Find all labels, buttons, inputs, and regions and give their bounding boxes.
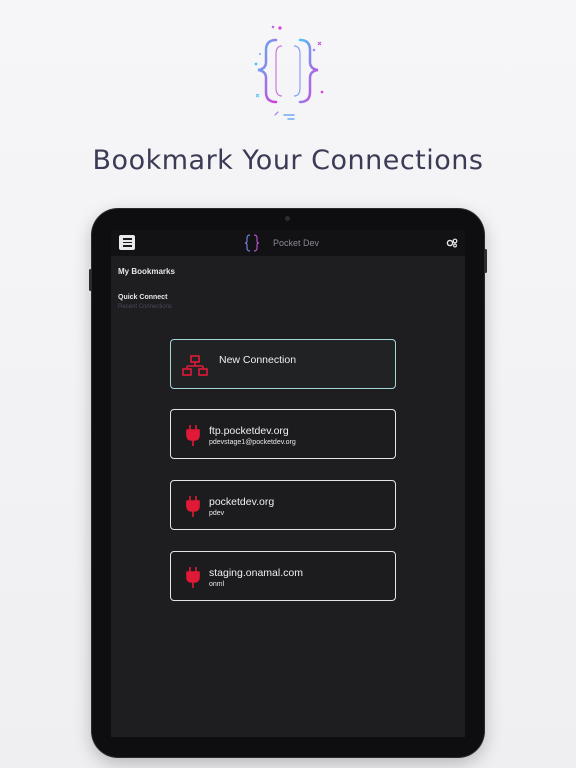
app-bar: Pocket Dev [111, 230, 465, 256]
connection-host: staging.onamal.com [209, 567, 303, 579]
app-screen: Pocket Dev My Bookmarks Quick Connect Re… [111, 230, 465, 737]
menu-icon [122, 238, 132, 240]
menu-button[interactable] [119, 235, 135, 250]
connection-user: pdevstage1@pocketdev.org [209, 439, 296, 446]
connection-card[interactable]: ftp.pocketdev.org pdevstage1@pocketdev.o… [170, 409, 396, 459]
power-button [484, 249, 487, 273]
connection-user: pdev [209, 510, 225, 517]
connection-user: onml [209, 581, 225, 588]
braces-logo-icon [254, 25, 324, 120]
quick-connect-link[interactable]: Quick Connect [118, 294, 167, 301]
plug-icon [186, 567, 200, 588]
camera [285, 216, 290, 221]
settings-icon[interactable] [446, 238, 458, 248]
new-connection-label: New Connection [219, 354, 297, 366]
network-icon [182, 355, 208, 376]
volume-button [89, 269, 92, 291]
connection-card[interactable]: pocketdev.org pdev [170, 480, 396, 530]
connection-host: ftp.pocketdev.org [209, 425, 289, 437]
app-logo-icon [244, 234, 260, 252]
plug-icon [186, 425, 200, 446]
recent-connections-link[interactable]: Recent Connections [118, 304, 172, 310]
tablet-frame: Pocket Dev My Bookmarks Quick Connect Re… [89, 209, 487, 757]
menu-icon-line [122, 241, 132, 244]
headline: Bookmark Your Connections [92, 145, 484, 176]
plug-icon [186, 496, 200, 517]
menu-icon-line [122, 245, 132, 247]
app-title: Pocket Dev [273, 238, 320, 248]
connection-host: pocketdev.org [209, 496, 275, 508]
connection-card[interactable]: staging.onamal.com onml [170, 551, 396, 601]
new-connection-button[interactable]: New Connection [170, 339, 396, 389]
bookmarks-title: My Bookmarks [118, 267, 175, 276]
